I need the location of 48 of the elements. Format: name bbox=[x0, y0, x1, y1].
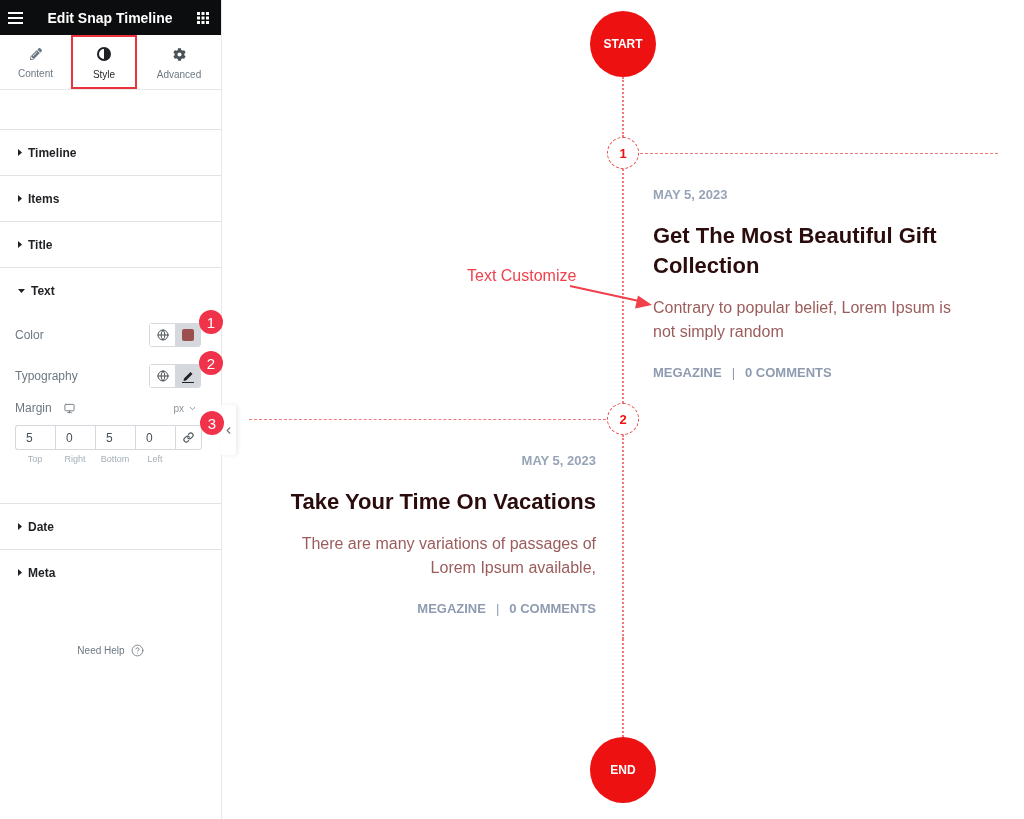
panel-title: Edit Snap Timeline bbox=[47, 9, 173, 26]
menu-icon bbox=[8, 11, 23, 24]
post-excerpt: There are many variations of passages of Lorem Ipsum available, bbox=[300, 534, 596, 578]
post-excerpt: Contrary to popular belief, Lorem Ipsum is not simply random bbox=[653, 298, 952, 342]
globe-icon bbox=[156, 370, 169, 382]
margin-input-label: Right bbox=[63, 454, 87, 464]
post-title: Take Your Time On Vacations bbox=[290, 488, 596, 516]
grid-icon bbox=[197, 11, 209, 24]
monitor-icon bbox=[63, 402, 75, 414]
post-title: Get The Most Beautiful Gift Collection bbox=[653, 222, 938, 280]
pencil-icon bbox=[29, 48, 42, 60]
control-label: Margin bbox=[15, 401, 52, 415]
gear-icon bbox=[172, 47, 186, 61]
globe-icon bbox=[156, 329, 169, 341]
panel-tab[interactable]: Style bbox=[71, 35, 137, 89]
margin-input[interactable]: 0 bbox=[55, 425, 95, 450]
timeline-marker: 2 bbox=[607, 403, 639, 435]
step-badge: 2 bbox=[199, 351, 223, 375]
half-circle-icon bbox=[97, 47, 111, 61]
post-date: MAY 5, 2023 bbox=[653, 186, 728, 204]
margin-input-label: Left bbox=[146, 454, 164, 464]
post-date: MAY 5, 2023 bbox=[521, 452, 596, 470]
callout-label: Text Customize bbox=[467, 267, 577, 285]
timeline-connector bbox=[622, 77, 624, 137]
pencil-icon bbox=[182, 369, 194, 383]
edit-typography-button[interactable] bbox=[175, 365, 200, 387]
timeline-marker: 1 bbox=[607, 137, 639, 169]
margin-input[interactable]: 0 bbox=[135, 425, 175, 450]
margin-input[interactable]: 5 bbox=[95, 425, 135, 450]
step-badge: 3 bbox=[200, 411, 224, 435]
margin-input-label: Bottom bbox=[99, 454, 131, 464]
help-icon bbox=[130, 644, 144, 657]
timeline-start-node: START bbox=[590, 11, 656, 77]
menu-button[interactable] bbox=[8, 11, 23, 24]
margin-input-label: Top bbox=[26, 454, 44, 464]
meta-separator: | bbox=[495, 600, 500, 618]
margin-input[interactable]: 5 bbox=[15, 425, 55, 450]
control-label: Typography bbox=[15, 369, 78, 383]
need-help-link[interactable]: Need Help bbox=[77, 644, 144, 657]
meta-separator: | bbox=[731, 364, 735, 382]
collapse-panel-button[interactable] bbox=[221, 405, 236, 455]
timeline-end-node: END bbox=[590, 737, 656, 803]
link-icon bbox=[183, 432, 194, 443]
color-picker-button[interactable] bbox=[175, 324, 200, 346]
link-values-button[interactable] bbox=[175, 425, 202, 450]
control-label: Color bbox=[15, 328, 44, 342]
step-badge: 1 bbox=[199, 310, 223, 334]
widgets-button[interactable] bbox=[197, 11, 209, 24]
